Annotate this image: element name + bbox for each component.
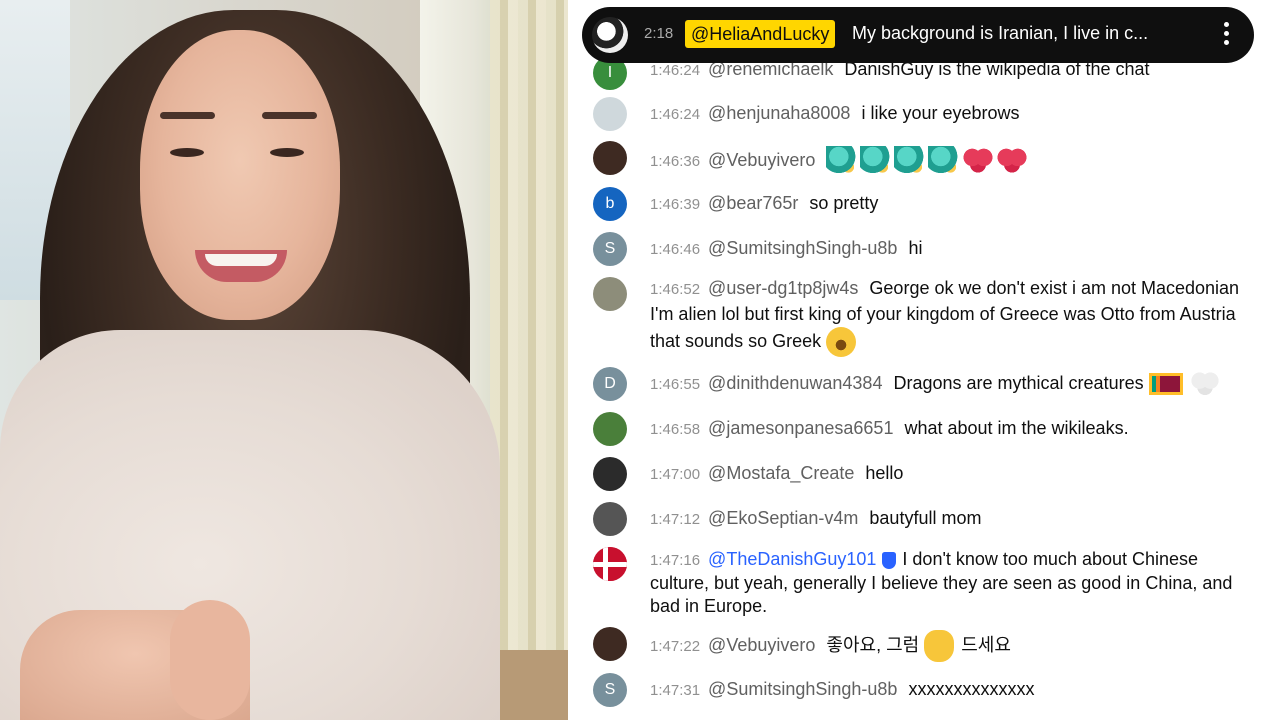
message-text: so pretty — [809, 193, 879, 213]
dino-icon — [894, 146, 927, 176]
message-author[interactable]: @TheDanishGuy101 — [708, 549, 876, 569]
moderator-badge-icon — [882, 551, 897, 569]
message-author[interactable]: @Vebuyivero — [708, 635, 815, 655]
message-author[interactable]: @jamesonpanesa6651 — [708, 418, 893, 438]
avatar[interactable] — [593, 412, 627, 446]
message-text: hello — [865, 463, 904, 483]
avatar[interactable] — [593, 277, 627, 311]
pinned-time: 2:18 — [644, 25, 674, 42]
heart-icon — [996, 146, 1029, 176]
message-time: 1:47:12 — [650, 511, 701, 528]
avatar[interactable] — [593, 457, 627, 491]
message-time: 1:47:22 — [650, 637, 701, 655]
left-eyebrow — [160, 112, 215, 119]
avatar[interactable] — [593, 502, 627, 536]
avatar[interactable]: D — [593, 367, 627, 401]
message-author[interactable]: @henjunaha8008 — [708, 103, 850, 123]
right-eye — [270, 148, 304, 157]
dino-icon — [928, 146, 961, 176]
pinned-message[interactable]: 2:18 @HeliaAndLucky My background is Ira… — [582, 7, 1254, 63]
live-chat-panel[interactable]: 2:18 @HeliaAndLucky My background is Ira… — [568, 0, 1280, 720]
sri-lanka-flag-icon — [1148, 373, 1183, 395]
video-player[interactable] — [0, 0, 568, 720]
pinned-avatar[interactable] — [592, 17, 628, 53]
message-author[interactable]: @EkoSeptian-v4m — [708, 508, 858, 528]
message-author[interactable]: @Vebuyivero — [708, 150, 815, 170]
avatar[interactable]: S — [593, 232, 627, 266]
dino-icon — [860, 146, 893, 176]
avatar[interactable] — [593, 627, 627, 661]
message-author[interactable]: @dinithdenuwan4384 — [708, 373, 882, 393]
message-text: 좋아요, 그럼 — [826, 634, 920, 655]
message-author[interactable]: @user-dg1tp8jw4s — [708, 278, 858, 298]
message-time: 1:46:39 — [650, 196, 701, 213]
avatar[interactable] — [593, 141, 627, 175]
message-author[interactable]: @Mostafa_Create — [708, 463, 854, 483]
more-options-icon[interactable] — [1224, 22, 1230, 46]
message-time: 1:46:46 — [650, 241, 701, 258]
message-time: 1:46:24 — [650, 62, 701, 79]
message-time: 1:46:52 — [650, 281, 701, 298]
message-time: 1:47:00 — [650, 466, 701, 483]
grinning-face-icon — [826, 327, 857, 357]
pinned-author[interactable]: @HeliaAndLucky — [685, 20, 836, 48]
message-time: 1:46:24 — [650, 106, 701, 123]
right-eyebrow — [262, 112, 317, 119]
message-author[interactable]: @bear765r — [708, 193, 798, 213]
message-time: 1:47:31 — [650, 682, 701, 699]
message-author[interactable]: @SumitsinghSingh-u8b — [708, 679, 897, 699]
avatar[interactable]: b — [593, 187, 627, 221]
dino-icon — [826, 146, 859, 176]
avatar[interactable]: S — [593, 673, 627, 707]
left-eye — [170, 148, 204, 157]
message-time: 1:46:55 — [650, 375, 701, 393]
pinned-text: My background is Iranian, I live in c... — [852, 23, 1149, 43]
message-text: xxxxxxxxxxxxxx — [908, 679, 1035, 699]
message-time: 1:46:58 — [650, 421, 701, 438]
message-text: hi — [908, 238, 923, 258]
curtain — [490, 0, 568, 660]
white-heart-icon — [1189, 370, 1220, 398]
message-text: i like your eyebrows — [861, 103, 1020, 123]
teeth — [205, 254, 277, 266]
message-text: 드세요 — [961, 634, 1011, 655]
streamer-hand-fingers — [170, 600, 250, 720]
message-text: what about im the wikileaks. — [904, 418, 1129, 438]
message-author[interactable]: @SumitsinghSingh-u8b — [708, 238, 897, 258]
message-time: 1:46:36 — [650, 152, 701, 170]
message-time: 1:47:16 — [650, 552, 701, 569]
waving-hand-icon — [924, 630, 955, 662]
message-text: Dragons are mythical creatures — [893, 372, 1144, 393]
avatar[interactable] — [593, 97, 627, 131]
denmark-flag-avatar[interactable] — [593, 547, 627, 581]
heart-icon — [962, 146, 995, 176]
message-text: bautyfull mom — [869, 508, 982, 528]
